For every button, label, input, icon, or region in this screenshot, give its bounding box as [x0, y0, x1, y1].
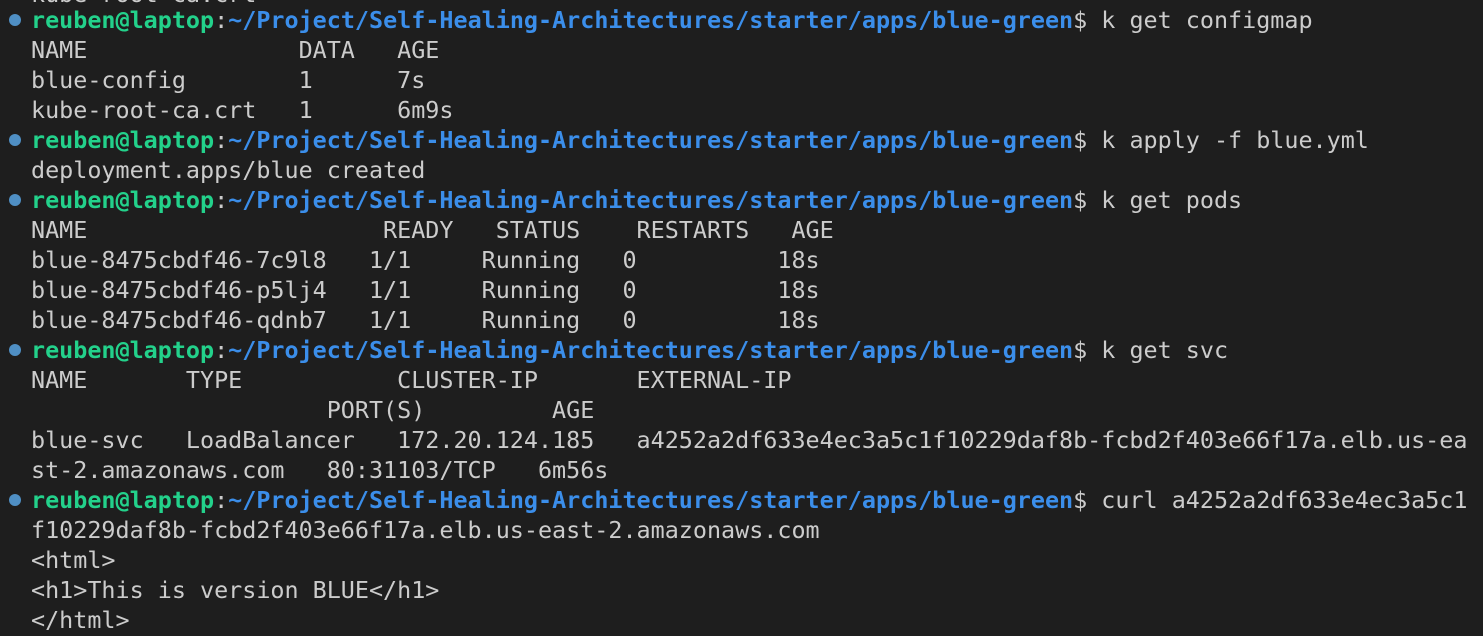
- prompt-user-host: reuben@laptop: [31, 6, 215, 34]
- output-line: NAME READY STATUS RESTARTS AGE: [31, 216, 834, 244]
- prompt-line: reuben@laptop:~/Project/Self-Healing-Arc…: [31, 125, 1369, 155]
- output-line: </html>: [31, 606, 130, 634]
- prompt-user-host: reuben@laptop: [31, 336, 215, 364]
- output-line: blue-config 1 7s: [31, 66, 426, 94]
- output-line: blue-8475cbdf46-7c9l8 1/1 Running 0 18s: [31, 246, 820, 274]
- prompt-separator: :: [214, 6, 229, 34]
- prompt-user-host: reuben@laptop: [31, 126, 215, 154]
- terminal-window[interactable]: kube-root-ca.crt reuben@laptop:~/Project…: [0, 0, 1483, 636]
- prompt-symbol: $: [1073, 186, 1102, 214]
- prompt-separator: :: [214, 336, 229, 364]
- prompt-path: ~/Project/Self-Healing-Architectures/sta…: [228, 6, 1074, 34]
- output-line: st-2.amazonaws.com 80:31103/TCP 6m56s: [31, 456, 609, 484]
- prompt-line: reuben@laptop:~/Project/Self-Healing-Arc…: [31, 5, 1313, 35]
- prompt-line: reuben@laptop:~/Project/Self-Healing-Arc…: [31, 335, 1228, 365]
- output-line: NAME DATA AGE: [31, 36, 440, 64]
- prompt-path: ~/Project/Self-Healing-Architectures/sta…: [228, 186, 1074, 214]
- command-text: k get configmap: [1101, 6, 1313, 34]
- prompt-symbol: $: [1073, 486, 1102, 514]
- command-marker-icon: [9, 134, 21, 146]
- prompt-separator: :: [214, 486, 229, 514]
- command-text: k get svc: [1101, 336, 1229, 364]
- command-marker-icon: [9, 14, 21, 26]
- output-line: blue-svc LoadBalancer 172.20.124.185 a42…: [31, 426, 1468, 454]
- output-line: blue-8475cbdf46-qdnb7 1/1 Running 0 18s: [31, 306, 820, 334]
- command-marker-icon: [9, 194, 21, 206]
- prompt-line: reuben@laptop:~/Project/Self-Healing-Arc…: [31, 485, 1467, 515]
- prompt-symbol: $: [1073, 336, 1102, 364]
- prompt-symbol: $: [1073, 6, 1102, 34]
- prompt-separator: :: [214, 126, 229, 154]
- prompt-user-host: reuben@laptop: [31, 486, 215, 514]
- command-text: k apply -f blue.yml: [1101, 126, 1369, 154]
- output-line: deployment.apps/blue created: [31, 156, 426, 184]
- output-line: PORT(S) AGE: [31, 396, 595, 424]
- command-marker-icon: [9, 494, 21, 506]
- output-line: <html>: [31, 546, 116, 574]
- output-line: <h1>This is version BLUE</h1>: [31, 576, 440, 604]
- prompt-line: reuben@laptop:~/Project/Self-Healing-Arc…: [31, 185, 1242, 215]
- output-line: blue-8475cbdf46-p5lj4 1/1 Running 0 18s: [31, 276, 820, 304]
- output-line: kube-root-ca.crt 1 6m9s: [31, 96, 454, 124]
- prompt-path: ~/Project/Self-Healing-Architectures/sta…: [228, 486, 1074, 514]
- prompt-path: ~/Project/Self-Healing-Architectures/sta…: [228, 336, 1074, 364]
- output-line: f10229daf8b-fcbd2f403e66f17a.elb.us-east…: [31, 516, 820, 544]
- command-text: k get pods: [1101, 186, 1243, 214]
- prompt-separator: :: [214, 186, 229, 214]
- command-text: curl a4252a2df633e4ec3a5c1: [1101, 486, 1468, 514]
- output-line: NAME TYPE CLUSTER-IP EXTERNAL-IP: [31, 366, 792, 394]
- prompt-symbol: $: [1073, 126, 1102, 154]
- prompt-path: ~/Project/Self-Healing-Architectures/sta…: [228, 126, 1074, 154]
- command-marker-icon: [9, 344, 21, 356]
- prompt-user-host: reuben@laptop: [31, 186, 215, 214]
